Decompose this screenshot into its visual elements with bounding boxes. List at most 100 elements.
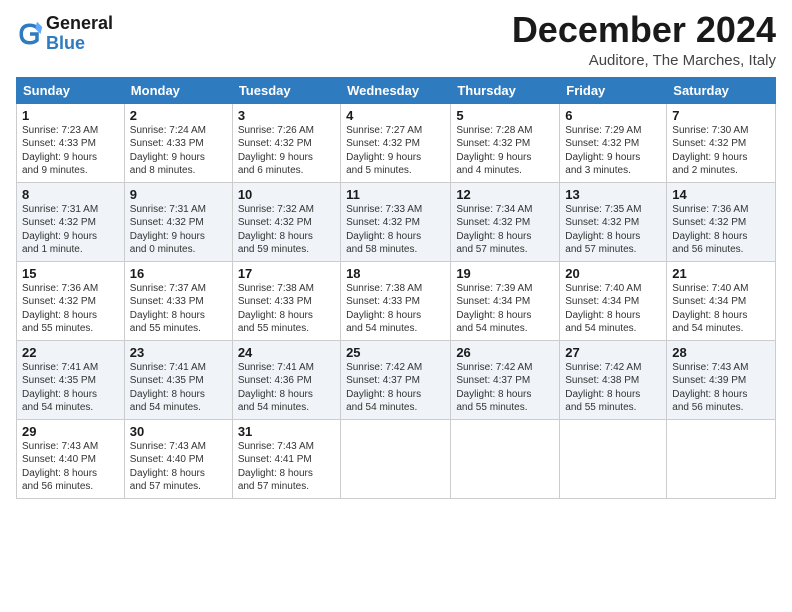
calendar-cell: 25Sunrise: 7:42 AM Sunset: 4:37 PM Dayli…	[341, 340, 451, 419]
day-info: Sunrise: 7:37 AM Sunset: 4:33 PM Dayligh…	[130, 282, 227, 336]
logo-line2: Blue	[46, 34, 113, 54]
day-number: 17	[238, 266, 335, 281]
calendar-cell: 10Sunrise: 7:32 AM Sunset: 4:32 PM Dayli…	[232, 182, 340, 261]
title-block: December 2024 Auditore, The Marches, Ita…	[512, 10, 776, 69]
day-info: Sunrise: 7:39 AM Sunset: 4:34 PM Dayligh…	[456, 282, 554, 336]
calendar-cell: 31Sunrise: 7:43 AM Sunset: 4:41 PM Dayli…	[232, 419, 340, 498]
calendar-cell: 18Sunrise: 7:38 AM Sunset: 4:33 PM Dayli…	[341, 261, 451, 340]
day-number: 5	[456, 108, 554, 123]
day-info: Sunrise: 7:43 AM Sunset: 4:41 PM Dayligh…	[238, 440, 335, 494]
day-info: Sunrise: 7:31 AM Sunset: 4:32 PM Dayligh…	[22, 203, 119, 257]
weekday-thursday: Thursday	[451, 77, 560, 103]
day-info: Sunrise: 7:38 AM Sunset: 4:33 PM Dayligh…	[238, 282, 335, 336]
month-title: December 2024	[512, 10, 776, 50]
day-info: Sunrise: 7:43 AM Sunset: 4:39 PM Dayligh…	[672, 361, 770, 415]
day-info: Sunrise: 7:28 AM Sunset: 4:32 PM Dayligh…	[456, 124, 554, 178]
day-number: 28	[672, 345, 770, 360]
week-row-2: 8Sunrise: 7:31 AM Sunset: 4:32 PM Daylig…	[17, 182, 776, 261]
day-number: 27	[565, 345, 661, 360]
calendar-cell: 14Sunrise: 7:36 AM Sunset: 4:32 PM Dayli…	[667, 182, 776, 261]
day-info: Sunrise: 7:29 AM Sunset: 4:32 PM Dayligh…	[565, 124, 661, 178]
week-row-1: 1Sunrise: 7:23 AM Sunset: 4:33 PM Daylig…	[17, 103, 776, 182]
day-number: 12	[456, 187, 554, 202]
calendar-cell: 24Sunrise: 7:41 AM Sunset: 4:36 PM Dayli…	[232, 340, 340, 419]
weekday-monday: Monday	[124, 77, 232, 103]
day-info: Sunrise: 7:30 AM Sunset: 4:32 PM Dayligh…	[672, 124, 770, 178]
calendar-cell	[560, 419, 667, 498]
day-number: 26	[456, 345, 554, 360]
calendar-cell: 17Sunrise: 7:38 AM Sunset: 4:33 PM Dayli…	[232, 261, 340, 340]
day-info: Sunrise: 7:24 AM Sunset: 4:33 PM Dayligh…	[130, 124, 227, 178]
day-info: Sunrise: 7:41 AM Sunset: 4:35 PM Dayligh…	[130, 361, 227, 415]
day-number: 6	[565, 108, 661, 123]
calendar-cell: 13Sunrise: 7:35 AM Sunset: 4:32 PM Dayli…	[560, 182, 667, 261]
day-number: 18	[346, 266, 445, 281]
calendar-cell: 12Sunrise: 7:34 AM Sunset: 4:32 PM Dayli…	[451, 182, 560, 261]
day-number: 23	[130, 345, 227, 360]
calendar-cell: 29Sunrise: 7:43 AM Sunset: 4:40 PM Dayli…	[17, 419, 125, 498]
day-info: Sunrise: 7:41 AM Sunset: 4:35 PM Dayligh…	[22, 361, 119, 415]
calendar-cell: 9Sunrise: 7:31 AM Sunset: 4:32 PM Daylig…	[124, 182, 232, 261]
calendar-cell: 1Sunrise: 7:23 AM Sunset: 4:33 PM Daylig…	[17, 103, 125, 182]
calendar-cell: 28Sunrise: 7:43 AM Sunset: 4:39 PM Dayli…	[667, 340, 776, 419]
page-container: General Blue December 2024 Auditore, The…	[0, 0, 792, 507]
weekday-friday: Friday	[560, 77, 667, 103]
weekday-wednesday: Wednesday	[341, 77, 451, 103]
calendar-cell	[341, 419, 451, 498]
weekday-saturday: Saturday	[667, 77, 776, 103]
weekday-tuesday: Tuesday	[232, 77, 340, 103]
calendar-cell: 23Sunrise: 7:41 AM Sunset: 4:35 PM Dayli…	[124, 340, 232, 419]
calendar-table: SundayMondayTuesdayWednesdayThursdayFrid…	[16, 77, 776, 499]
logo: General Blue	[16, 14, 113, 54]
day-number: 4	[346, 108, 445, 123]
day-number: 20	[565, 266, 661, 281]
day-number: 31	[238, 424, 335, 439]
calendar-cell: 8Sunrise: 7:31 AM Sunset: 4:32 PM Daylig…	[17, 182, 125, 261]
day-info: Sunrise: 7:27 AM Sunset: 4:32 PM Dayligh…	[346, 124, 445, 178]
calendar-cell: 2Sunrise: 7:24 AM Sunset: 4:33 PM Daylig…	[124, 103, 232, 182]
day-info: Sunrise: 7:42 AM Sunset: 4:37 PM Dayligh…	[346, 361, 445, 415]
day-info: Sunrise: 7:42 AM Sunset: 4:38 PM Dayligh…	[565, 361, 661, 415]
calendar-cell	[451, 419, 560, 498]
calendar-cell: 6Sunrise: 7:29 AM Sunset: 4:32 PM Daylig…	[560, 103, 667, 182]
day-number: 21	[672, 266, 770, 281]
logo-text: General Blue	[46, 14, 113, 54]
day-number: 2	[130, 108, 227, 123]
calendar-cell	[667, 419, 776, 498]
calendar-cell: 21Sunrise: 7:40 AM Sunset: 4:34 PM Dayli…	[667, 261, 776, 340]
day-number: 9	[130, 187, 227, 202]
day-number: 3	[238, 108, 335, 123]
calendar-cell: 19Sunrise: 7:39 AM Sunset: 4:34 PM Dayli…	[451, 261, 560, 340]
header: General Blue December 2024 Auditore, The…	[16, 10, 776, 69]
day-info: Sunrise: 7:41 AM Sunset: 4:36 PM Dayligh…	[238, 361, 335, 415]
day-info: Sunrise: 7:43 AM Sunset: 4:40 PM Dayligh…	[130, 440, 227, 494]
weekday-sunday: Sunday	[17, 77, 125, 103]
day-number: 22	[22, 345, 119, 360]
day-number: 16	[130, 266, 227, 281]
day-info: Sunrise: 7:32 AM Sunset: 4:32 PM Dayligh…	[238, 203, 335, 257]
day-info: Sunrise: 7:35 AM Sunset: 4:32 PM Dayligh…	[565, 203, 661, 257]
day-number: 10	[238, 187, 335, 202]
day-info: Sunrise: 7:40 AM Sunset: 4:34 PM Dayligh…	[565, 282, 661, 336]
week-row-4: 22Sunrise: 7:41 AM Sunset: 4:35 PM Dayli…	[17, 340, 776, 419]
calendar-cell: 4Sunrise: 7:27 AM Sunset: 4:32 PM Daylig…	[341, 103, 451, 182]
day-info: Sunrise: 7:38 AM Sunset: 4:33 PM Dayligh…	[346, 282, 445, 336]
calendar-cell: 26Sunrise: 7:42 AM Sunset: 4:37 PM Dayli…	[451, 340, 560, 419]
subtitle: Auditore, The Marches, Italy	[512, 52, 776, 69]
day-number: 15	[22, 266, 119, 281]
day-info: Sunrise: 7:36 AM Sunset: 4:32 PM Dayligh…	[672, 203, 770, 257]
weekday-header-row: SundayMondayTuesdayWednesdayThursdayFrid…	[17, 77, 776, 103]
calendar-cell: 30Sunrise: 7:43 AM Sunset: 4:40 PM Dayli…	[124, 419, 232, 498]
calendar-cell: 15Sunrise: 7:36 AM Sunset: 4:32 PM Dayli…	[17, 261, 125, 340]
day-number: 8	[22, 187, 119, 202]
calendar-cell: 16Sunrise: 7:37 AM Sunset: 4:33 PM Dayli…	[124, 261, 232, 340]
calendar-cell: 11Sunrise: 7:33 AM Sunset: 4:32 PM Dayli…	[341, 182, 451, 261]
day-info: Sunrise: 7:33 AM Sunset: 4:32 PM Dayligh…	[346, 203, 445, 257]
day-number: 13	[565, 187, 661, 202]
day-number: 11	[346, 187, 445, 202]
day-number: 1	[22, 108, 119, 123]
day-info: Sunrise: 7:31 AM Sunset: 4:32 PM Dayligh…	[130, 203, 227, 257]
day-info: Sunrise: 7:23 AM Sunset: 4:33 PM Dayligh…	[22, 124, 119, 178]
day-info: Sunrise: 7:42 AM Sunset: 4:37 PM Dayligh…	[456, 361, 554, 415]
day-number: 19	[456, 266, 554, 281]
